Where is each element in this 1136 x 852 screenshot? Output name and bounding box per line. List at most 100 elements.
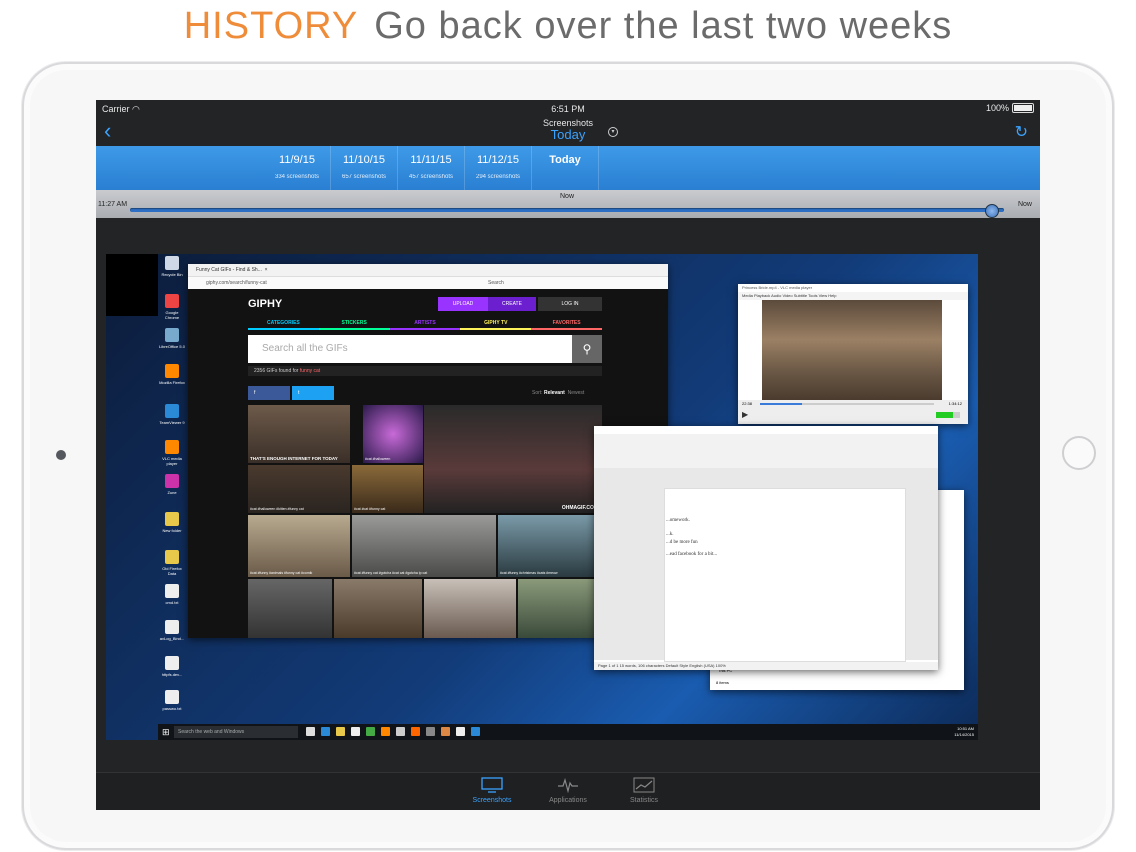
file-icon <box>165 328 179 342</box>
vlc-progress <box>760 403 802 405</box>
desktop-icon: Old Firefox Data <box>158 550 186 576</box>
battery-indicator: 100% <box>986 103 1034 113</box>
headline: HISTORY Go back over the last two weeks <box>0 2 1136 50</box>
day-item[interactable]: 11/11/15 457 screenshots <box>398 146 465 190</box>
desktop-icon: Zune <box>158 474 186 495</box>
nav-subtitle[interactable]: Today <box>96 127 1040 142</box>
desktop-icon: TeamViewer 9 <box>158 404 186 425</box>
day-selector: 11/9/15 334 screenshots 11/10/15 657 scree… <box>96 146 1040 190</box>
desktop-icon-label: Mozilla Firefox <box>159 380 185 385</box>
desktop-icon-label: passwo.txt <box>162 706 182 711</box>
file-icon <box>165 656 179 670</box>
camera-dot <box>56 450 66 460</box>
writer-line: ...d be more fun <box>666 540 698 545</box>
app-screen: Carrier ◠ 6:51 PM 100% ‹ Screenshots Tod… <box>96 100 1040 810</box>
tab-statistics[interactable]: Statistics <box>604 777 684 804</box>
timeline-start: 11:27 AM <box>98 201 128 208</box>
file-icon <box>165 620 179 634</box>
giphy-nav-item: CATEGORIES <box>248 320 319 330</box>
writer-toolbar <box>594 434 938 469</box>
desktop-icon-label: httpfs.dev... <box>161 672 183 677</box>
day-item[interactable]: 11/10/15 657 screenshots <box>331 146 398 190</box>
desktop-icon: httpfs.dev... <box>158 656 186 677</box>
timeline-track[interactable] <box>130 208 1004 212</box>
desktop-icon: VLC media player <box>158 440 186 466</box>
gif-thumbnail: #cat #funny #animals #funny cat #comik <box>248 515 350 577</box>
refresh-icon[interactable]: ↻ <box>1015 122 1028 142</box>
file-icon <box>165 512 179 526</box>
giphy-nav-item: GIPHY TV <box>460 320 532 330</box>
taskbar-apps <box>306 727 480 736</box>
writer-line: ...k. <box>666 532 674 537</box>
status-bar: Carrier ◠ 6:51 PM 100% <box>96 100 1040 116</box>
desktop-icon-label: VLC media player <box>162 456 182 466</box>
timeline-bar: 11:27 AM Now Now <box>96 190 1040 218</box>
status-time: 6:51 PM <box>551 104 585 114</box>
giphy-nav-item: STICKERS <box>318 320 390 330</box>
tab-applications[interactable]: Applications <box>528 777 608 804</box>
file-icon <box>165 584 179 598</box>
taskbar-search: Search the web and Windows <box>174 726 298 738</box>
gif-thumbnail: #cat #cat #funny cat <box>352 465 423 513</box>
desktop-icon: New folder <box>158 512 186 533</box>
desktop-icon: cmd.txt <box>158 584 186 605</box>
desktop-icon-label: Old Firefox Data <box>162 566 182 576</box>
monitor-icon <box>481 777 503 793</box>
home-button[interactable] <box>1062 436 1096 470</box>
giphy-nav: CATEGORIES STICKERS ARTISTS GIPHY TV FAV… <box>248 320 602 330</box>
file-icon <box>165 364 179 378</box>
gif-thumbnail <box>248 579 332 638</box>
gif-thumbnail: #cat #halloween <box>363 405 423 463</box>
desktop-icon-label: TeamViewer 9 <box>159 420 185 425</box>
timeline-now-label: Now <box>560 193 575 200</box>
desktop-icon: avLog_Bind... <box>158 620 186 641</box>
giphy-search-input: Search all the GIFs <box>248 335 578 363</box>
desktop-icon: passwo.txt <box>158 690 186 711</box>
screenshot-preview[interactable]: Recycle Bin Google Chrome LibreOffice 5.0 M… <box>106 254 978 740</box>
headline-accent: HISTORY <box>183 5 359 47</box>
file-icon <box>165 690 179 704</box>
upload-button: UPLOAD <box>438 297 488 311</box>
desktop-icon-label: LibreOffice 5.0 <box>159 344 185 349</box>
day-item[interactable]: 11/9/15 334 screenshots <box>264 146 331 190</box>
desktop-icon: LibreOffice 5.0 <box>158 328 186 349</box>
vlc-video <box>762 300 942 400</box>
chevron-down-icon[interactable]: ▾ <box>608 127 618 137</box>
gif-thumbnail <box>518 579 602 638</box>
giphy-nav-item: ARTISTS <box>389 320 461 330</box>
day-item[interactable]: 11/12/15 294 screenshots <box>465 146 532 190</box>
volume-icon <box>936 412 960 418</box>
facebook-share: f <box>248 386 290 400</box>
desktop-icon-label: New folder <box>162 528 182 533</box>
writer-line: ...omework. <box>666 518 690 523</box>
vlc-titlebar: Princess Bride.mp4 - VLC media player <box>738 284 968 292</box>
gif-thumbnail: #cat #funny cat #gotcha #cat cat #gotcha… <box>352 515 496 577</box>
browser-tab: Funny Cat GIFs - Find & Sh... × <box>188 264 668 277</box>
windows-taskbar: ⊞ Search the web and Windows 10:51 AM 11/… <box>158 724 978 740</box>
create-button: CREATE <box>488 297 536 311</box>
file-icon <box>165 256 179 270</box>
file-icon <box>165 474 179 488</box>
desktop-icon: Google Chrome <box>158 294 186 320</box>
gif-thumbnail: OHMAGIF.COM <box>424 405 602 513</box>
vlc-controls: 22:38 1:34:12 ▶ <box>738 400 968 424</box>
results-count: 2356 GIFs found for funny cat <box>248 366 602 376</box>
play-icon: ▶ <box>742 410 749 419</box>
gif-thumbnail <box>334 579 422 638</box>
chart-icon <box>633 777 655 793</box>
writer-statusbar: Page 1 of 1 15 words, 106 characters Def… <box>594 662 938 670</box>
timeline-end: Now <box>1017 201 1032 208</box>
tab-screenshots[interactable]: Screenshots <box>452 777 532 804</box>
desktop-icon: Recycle Bin <box>158 256 186 277</box>
black-region <box>106 254 158 316</box>
windows-start-icon: ⊞ <box>162 727 170 737</box>
desktop-icon-label: avLog_Bind... <box>159 636 185 641</box>
timeline-slider-knob[interactable] <box>984 204 999 218</box>
day-item-today[interactable]: Today <box>532 146 599 190</box>
giphy-nav-item: FAVORITES <box>531 320 602 330</box>
writer-line: ...ead facebook for a bit... <box>666 552 718 557</box>
giphy-logo: GIPHY <box>248 298 283 310</box>
search-icon: ⚲ <box>572 335 602 363</box>
headline-text: Go back over the last two weeks <box>374 5 953 47</box>
nav-bar: ‹ Screenshots Today ▾ ↻ <box>96 116 1040 146</box>
